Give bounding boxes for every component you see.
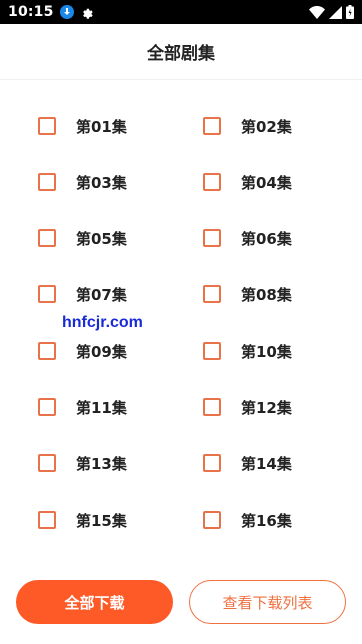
download-icon bbox=[59, 5, 74, 19]
episode-label: 第13集 bbox=[76, 454, 127, 473]
episode-label: 第10集 bbox=[241, 342, 292, 361]
episode-label: 第01集 bbox=[76, 117, 127, 136]
episode-label: 第06集 bbox=[241, 229, 292, 248]
status-time: 10:15 bbox=[8, 4, 54, 20]
episode-checkbox[interactable] bbox=[203, 229, 221, 247]
wifi-icon bbox=[309, 5, 325, 19]
episode-label: 第12集 bbox=[241, 398, 292, 417]
episode-label: 第07集 bbox=[76, 285, 127, 304]
episode-label: 第05集 bbox=[76, 229, 127, 248]
episode-checkbox[interactable] bbox=[38, 398, 56, 416]
episode-checkbox[interactable] bbox=[203, 285, 221, 303]
battery-icon bbox=[346, 5, 354, 19]
episode-item[interactable]: 第05集 bbox=[38, 223, 178, 253]
watermark: hnfcjr.com bbox=[62, 314, 143, 331]
signal-icon bbox=[329, 5, 342, 19]
gear-icon bbox=[80, 5, 94, 19]
status-right-icons bbox=[309, 5, 354, 19]
episode-label: 第09集 bbox=[76, 342, 127, 361]
episode-item[interactable]: 第09集 bbox=[38, 336, 178, 366]
episode-checkbox[interactable] bbox=[38, 117, 56, 135]
episode-item[interactable]: 第07集 bbox=[38, 279, 178, 309]
episode-item[interactable]: 第16集 bbox=[203, 505, 343, 535]
episode-item[interactable]: 第06集 bbox=[203, 223, 343, 253]
episode-item[interactable]: 第03集 bbox=[38, 167, 178, 197]
episode-checkbox[interactable] bbox=[38, 342, 56, 360]
header: 全部剧集 bbox=[0, 24, 362, 80]
episode-item[interactable]: 第04集 bbox=[203, 167, 343, 197]
episode-checkbox[interactable] bbox=[38, 229, 56, 247]
episode-checkbox[interactable] bbox=[38, 511, 56, 529]
episode-label: 第02集 bbox=[241, 117, 292, 136]
episode-item[interactable]: 第11集 bbox=[38, 392, 178, 422]
view-download-list-button[interactable]: 查看下载列表 bbox=[189, 580, 346, 624]
episode-checkbox[interactable] bbox=[203, 342, 221, 360]
episode-checkbox[interactable] bbox=[203, 173, 221, 191]
episode-checkbox[interactable] bbox=[203, 117, 221, 135]
episode-label: 第04集 bbox=[241, 173, 292, 192]
episode-item[interactable]: 第08集 bbox=[203, 279, 343, 309]
episode-checkbox[interactable] bbox=[203, 454, 221, 472]
episode-label: 第15集 bbox=[76, 511, 127, 530]
episode-item[interactable]: 第13集 bbox=[38, 448, 178, 478]
episode-item[interactable]: 第15集 bbox=[38, 505, 178, 535]
episode-checkbox[interactable] bbox=[203, 398, 221, 416]
episode-checkbox[interactable] bbox=[38, 285, 56, 303]
episode-item[interactable]: 第12集 bbox=[203, 392, 343, 422]
episode-item[interactable]: 第10集 bbox=[203, 336, 343, 366]
episode-label: 第03集 bbox=[76, 173, 127, 192]
episode-checkbox[interactable] bbox=[38, 173, 56, 191]
episode-item[interactable]: 第01集 bbox=[38, 111, 178, 141]
episode-item[interactable]: 第02集 bbox=[203, 111, 343, 141]
status-bar: 10:15 bbox=[0, 0, 362, 24]
episode-label: 第11集 bbox=[76, 398, 127, 417]
episode-label: 第08集 bbox=[241, 285, 292, 304]
episode-item[interactable]: 第14集 bbox=[203, 448, 343, 478]
page-title: 全部剧集 bbox=[147, 44, 215, 64]
episode-checkbox[interactable] bbox=[38, 454, 56, 472]
download-all-button[interactable]: 全部下载 bbox=[16, 580, 173, 624]
episode-label: 第14集 bbox=[241, 454, 292, 473]
episode-checkbox[interactable] bbox=[203, 511, 221, 529]
episode-label: 第16集 bbox=[241, 511, 292, 530]
